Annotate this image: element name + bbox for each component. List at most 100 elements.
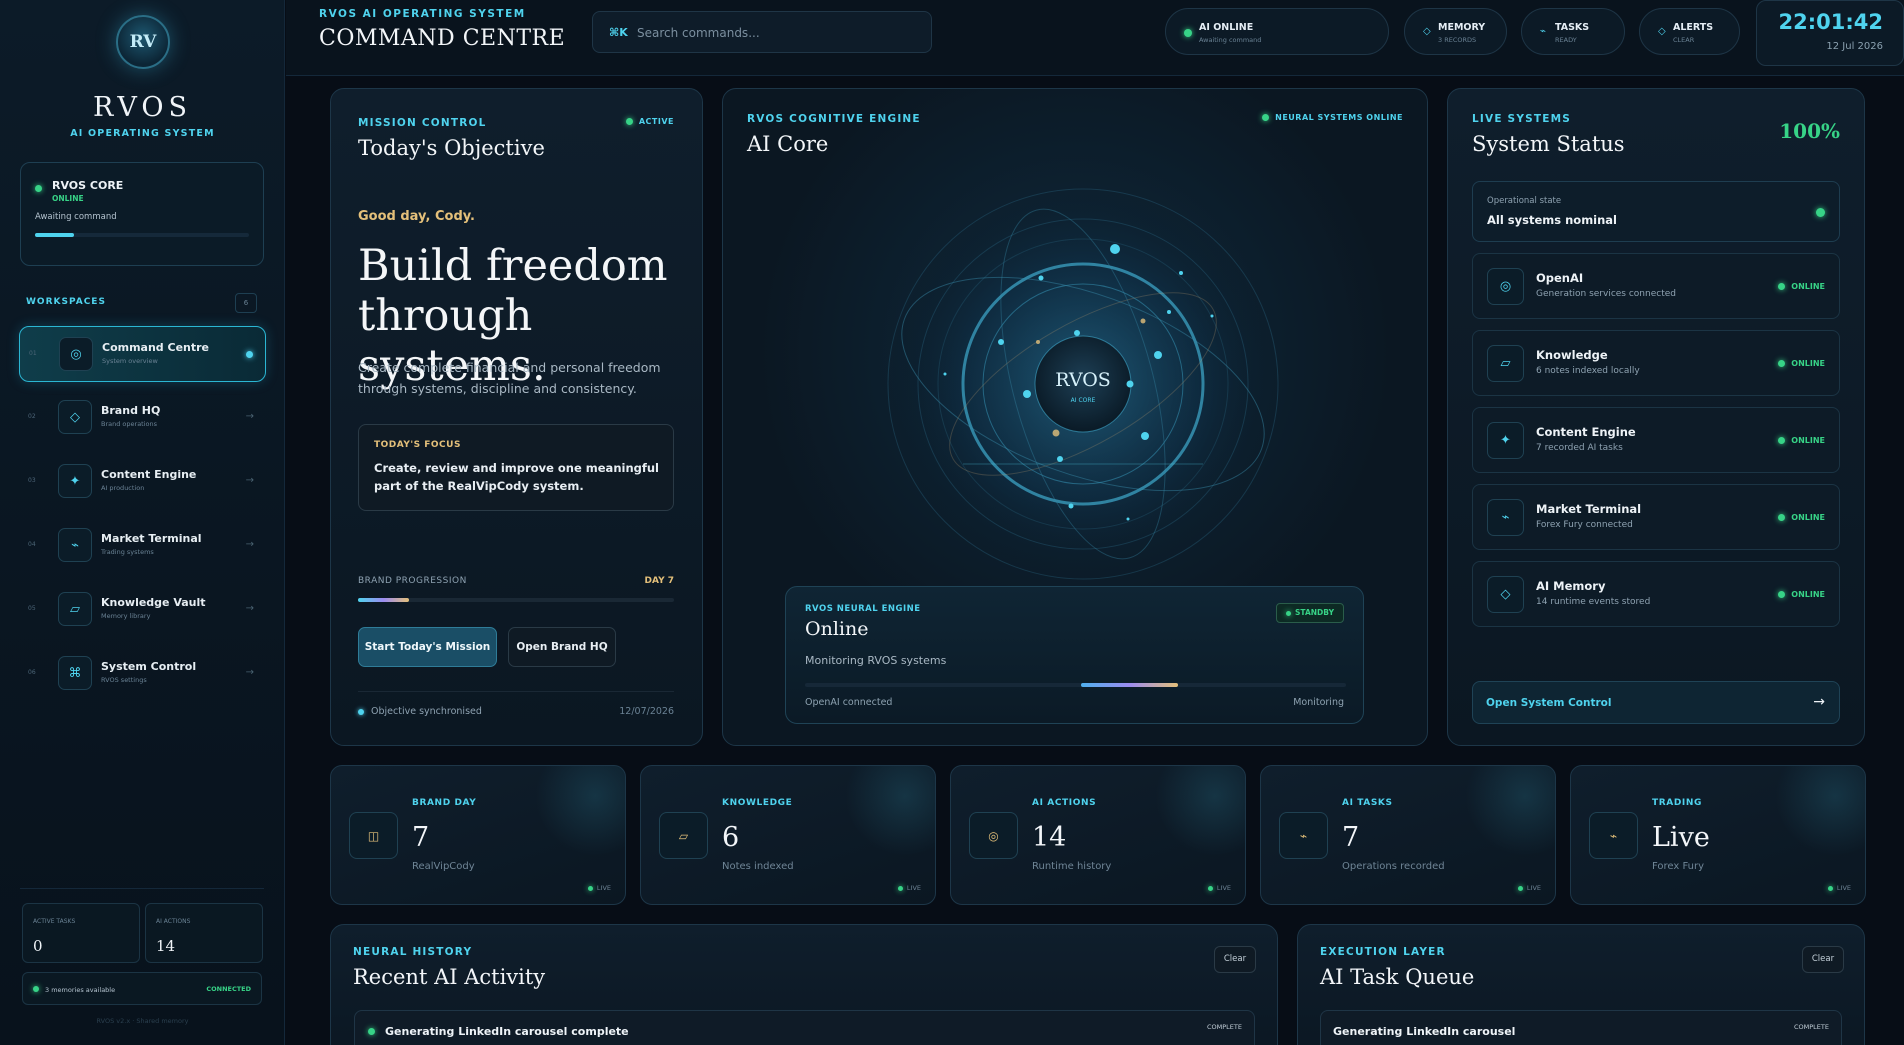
system-row-knowledge[interactable]: ▱ Knowledge 6 notes indexed locally ONLI… bbox=[1472, 330, 1840, 396]
search-input[interactable]: ⌘K Search commands... bbox=[592, 11, 932, 53]
live-text: LIVE bbox=[1216, 884, 1231, 892]
ai-actions-stat: AI ACTIONS 14 bbox=[145, 903, 263, 963]
nav-sublabel: Brand operations bbox=[101, 420, 158, 428]
alerts-label: ALERTS bbox=[1673, 22, 1714, 33]
kpi-sub: Notes indexed bbox=[722, 861, 794, 872]
diamond-icon: ◇ bbox=[1487, 576, 1524, 613]
kpi-label: KNOWLEDGE bbox=[722, 798, 793, 808]
live-text: LIVE bbox=[1526, 884, 1541, 892]
clock-time: 22:01:42 bbox=[1778, 10, 1883, 34]
kpi-sub: RealVipCody bbox=[412, 861, 475, 872]
engine-activity-bar bbox=[805, 683, 1346, 687]
core-status-card: RVOS CORE ONLINE Awaiting command bbox=[20, 162, 264, 266]
glow-decoration bbox=[535, 766, 625, 856]
start-mission-button[interactable]: Start Today's Mission bbox=[358, 627, 497, 667]
standby-badge: STANDBY bbox=[1276, 603, 1344, 623]
sidebar-item-content-engine[interactable]: 03 ✦ Content Engine AI production → bbox=[19, 454, 266, 510]
alerts-pill[interactable]: ◇ ALERTS CLEAR bbox=[1639, 8, 1740, 55]
status-text: ONLINE bbox=[1791, 590, 1825, 599]
sidebar-item-command-centre[interactable]: 01 ◎ Command Centre System overview bbox=[19, 326, 266, 382]
open-brand-hq-button[interactable]: Open Brand HQ bbox=[508, 627, 616, 667]
tasks-pill[interactable]: ⌁ TASKS READY bbox=[1521, 8, 1625, 55]
core-title: RVOS CORE bbox=[52, 179, 124, 192]
arrow-right-icon: → bbox=[245, 475, 254, 486]
kpi-trading[interactable]: ⌁ TRADING Live Forex Fury LIVE bbox=[1570, 765, 1866, 905]
status-text: ACTIVE bbox=[638, 117, 674, 126]
system-row-content-engine[interactable]: ✦ Content Engine 7 recorded AI tasks ONL… bbox=[1472, 407, 1840, 473]
card-title: Recent AI Activity bbox=[353, 965, 546, 989]
kpi-brand-day[interactable]: ◫ BRAND DAY 7 RealVipCody LIVE bbox=[330, 765, 626, 905]
live-badge: LIVE bbox=[1827, 884, 1851, 892]
diamond-icon: ◇ bbox=[1658, 26, 1666, 37]
kpi-label: AI TASKS bbox=[1342, 798, 1393, 808]
rvos-logo[interactable]: RV bbox=[116, 15, 170, 69]
page-title: COMMAND CENTRE bbox=[319, 26, 566, 51]
card-title: System Status bbox=[1472, 132, 1625, 156]
ai-status-pill[interactable]: AI ONLINE Awaiting command bbox=[1165, 8, 1389, 55]
chart-line-icon: ⌁ bbox=[1540, 26, 1547, 37]
clear-activity-button[interactable]: Clear bbox=[1214, 946, 1256, 973]
memory-connection-status: CONNECTED bbox=[206, 985, 251, 993]
kpi-knowledge[interactable]: ▱ KNOWLEDGE 6 Notes indexed LIVE bbox=[640, 765, 936, 905]
status-dot-icon bbox=[1778, 514, 1786, 521]
system-name: OpenAI bbox=[1536, 271, 1584, 285]
nav-sublabel: AI production bbox=[101, 484, 145, 492]
clear-queue-button[interactable]: Clear bbox=[1802, 946, 1844, 973]
sidebar-item-market-terminal[interactable]: 04 ⌁ Market Terminal Trading systems → bbox=[19, 518, 266, 574]
nav-label: Command Centre bbox=[102, 341, 210, 354]
arrow-right-icon: → bbox=[245, 411, 254, 422]
queue-row[interactable]: Generating LinkedIn carousel COMPLETE bbox=[1320, 1010, 1842, 1045]
book-icon: ◫ bbox=[349, 812, 398, 859]
nav-sublabel: Memory library bbox=[101, 612, 151, 620]
engine-state: Online bbox=[805, 618, 869, 640]
nav-sublabel: RVOS settings bbox=[101, 676, 147, 684]
orb-sublabel: AI CORE bbox=[1071, 397, 1096, 404]
nav-sublabel: Trading systems bbox=[101, 548, 154, 556]
button-label: Open System Control bbox=[1486, 697, 1612, 709]
tasks-label: TASKS bbox=[1555, 22, 1590, 33]
neural-orb-graphic: RVOS AI CORE bbox=[883, 184, 1283, 584]
nav-label: Knowledge Vault bbox=[101, 596, 206, 609]
status-dot-icon bbox=[587, 885, 593, 891]
open-system-control-button[interactable]: Open System Control → bbox=[1472, 681, 1840, 724]
stat-label: AI ACTIONS bbox=[156, 918, 191, 925]
activity-row[interactable]: Generating LinkedIn carousel complete CO… bbox=[354, 1010, 1255, 1045]
kpi-ai-tasks[interactable]: ⌁ AI TASKS 7 Operations recorded LIVE bbox=[1260, 765, 1556, 905]
greeting: Good day, Cody. bbox=[358, 209, 475, 224]
status-badge: ONLINE bbox=[1778, 282, 1825, 291]
kpi-value: 14 bbox=[1032, 822, 1067, 853]
engine-left-status: OpenAI connected bbox=[805, 697, 893, 708]
arrow-right-icon: → bbox=[1813, 694, 1825, 710]
chart-line-icon: ⌁ bbox=[1487, 499, 1524, 536]
progress-label: BRAND PROGRESSION bbox=[358, 576, 467, 586]
sidebar-item-system-control[interactable]: 06 ⌘ System Control RVOS settings → bbox=[19, 646, 266, 702]
status-dot-icon bbox=[358, 708, 364, 715]
todays-focus-box: TODAY'S FOCUS Create, review and improve… bbox=[358, 424, 674, 511]
kpi-value: 7 bbox=[1342, 822, 1360, 853]
progress-day: DAY 7 bbox=[644, 576, 675, 586]
system-row-openai[interactable]: ◎ OpenAI Generation services connected O… bbox=[1472, 253, 1840, 319]
status-badge: ONLINE bbox=[1778, 359, 1825, 368]
sidebar-item-brand-hq[interactable]: 02 ◇ Brand HQ Brand operations → bbox=[19, 390, 266, 446]
card-eyebrow: LIVE SYSTEMS bbox=[1472, 113, 1572, 125]
system-row-market-terminal[interactable]: ⌁ Market Terminal Forex Fury connected O… bbox=[1472, 484, 1840, 550]
memory-text: 3 memories available bbox=[45, 986, 116, 994]
focus-label: TODAY'S FOCUS bbox=[374, 440, 461, 450]
card-eyebrow: EXECUTION LAYER bbox=[1320, 946, 1446, 958]
status-dot-icon bbox=[1778, 360, 1786, 367]
kpi-ai-actions[interactable]: ◎ AI ACTIONS 14 Runtime history LIVE bbox=[950, 765, 1246, 905]
status-badge: ONLINE bbox=[1778, 590, 1825, 599]
status-dot-icon bbox=[1286, 610, 1292, 616]
status-dot-icon bbox=[1262, 114, 1270, 121]
nav-sublabel: System overview bbox=[102, 357, 158, 365]
arrow-right-icon: → bbox=[245, 539, 254, 550]
diamond-icon: ◇ bbox=[58, 400, 92, 434]
status-badge: NEURAL SYSTEMS ONLINE bbox=[1262, 113, 1403, 122]
status-text: ONLINE bbox=[1791, 513, 1825, 522]
kpi-label: TRADING bbox=[1652, 798, 1702, 808]
vault-icon: ▱ bbox=[58, 592, 92, 626]
system-row-ai-memory[interactable]: ◇ AI Memory 14 runtime events stored ONL… bbox=[1472, 561, 1840, 627]
sidebar-item-knowledge-vault[interactable]: 05 ▱ Knowledge Vault Memory library → bbox=[19, 582, 266, 638]
workspaces-label: WORKSPACES bbox=[26, 297, 106, 307]
memory-pill[interactable]: ◇ MEMORY 3 RECORDS bbox=[1404, 8, 1507, 55]
